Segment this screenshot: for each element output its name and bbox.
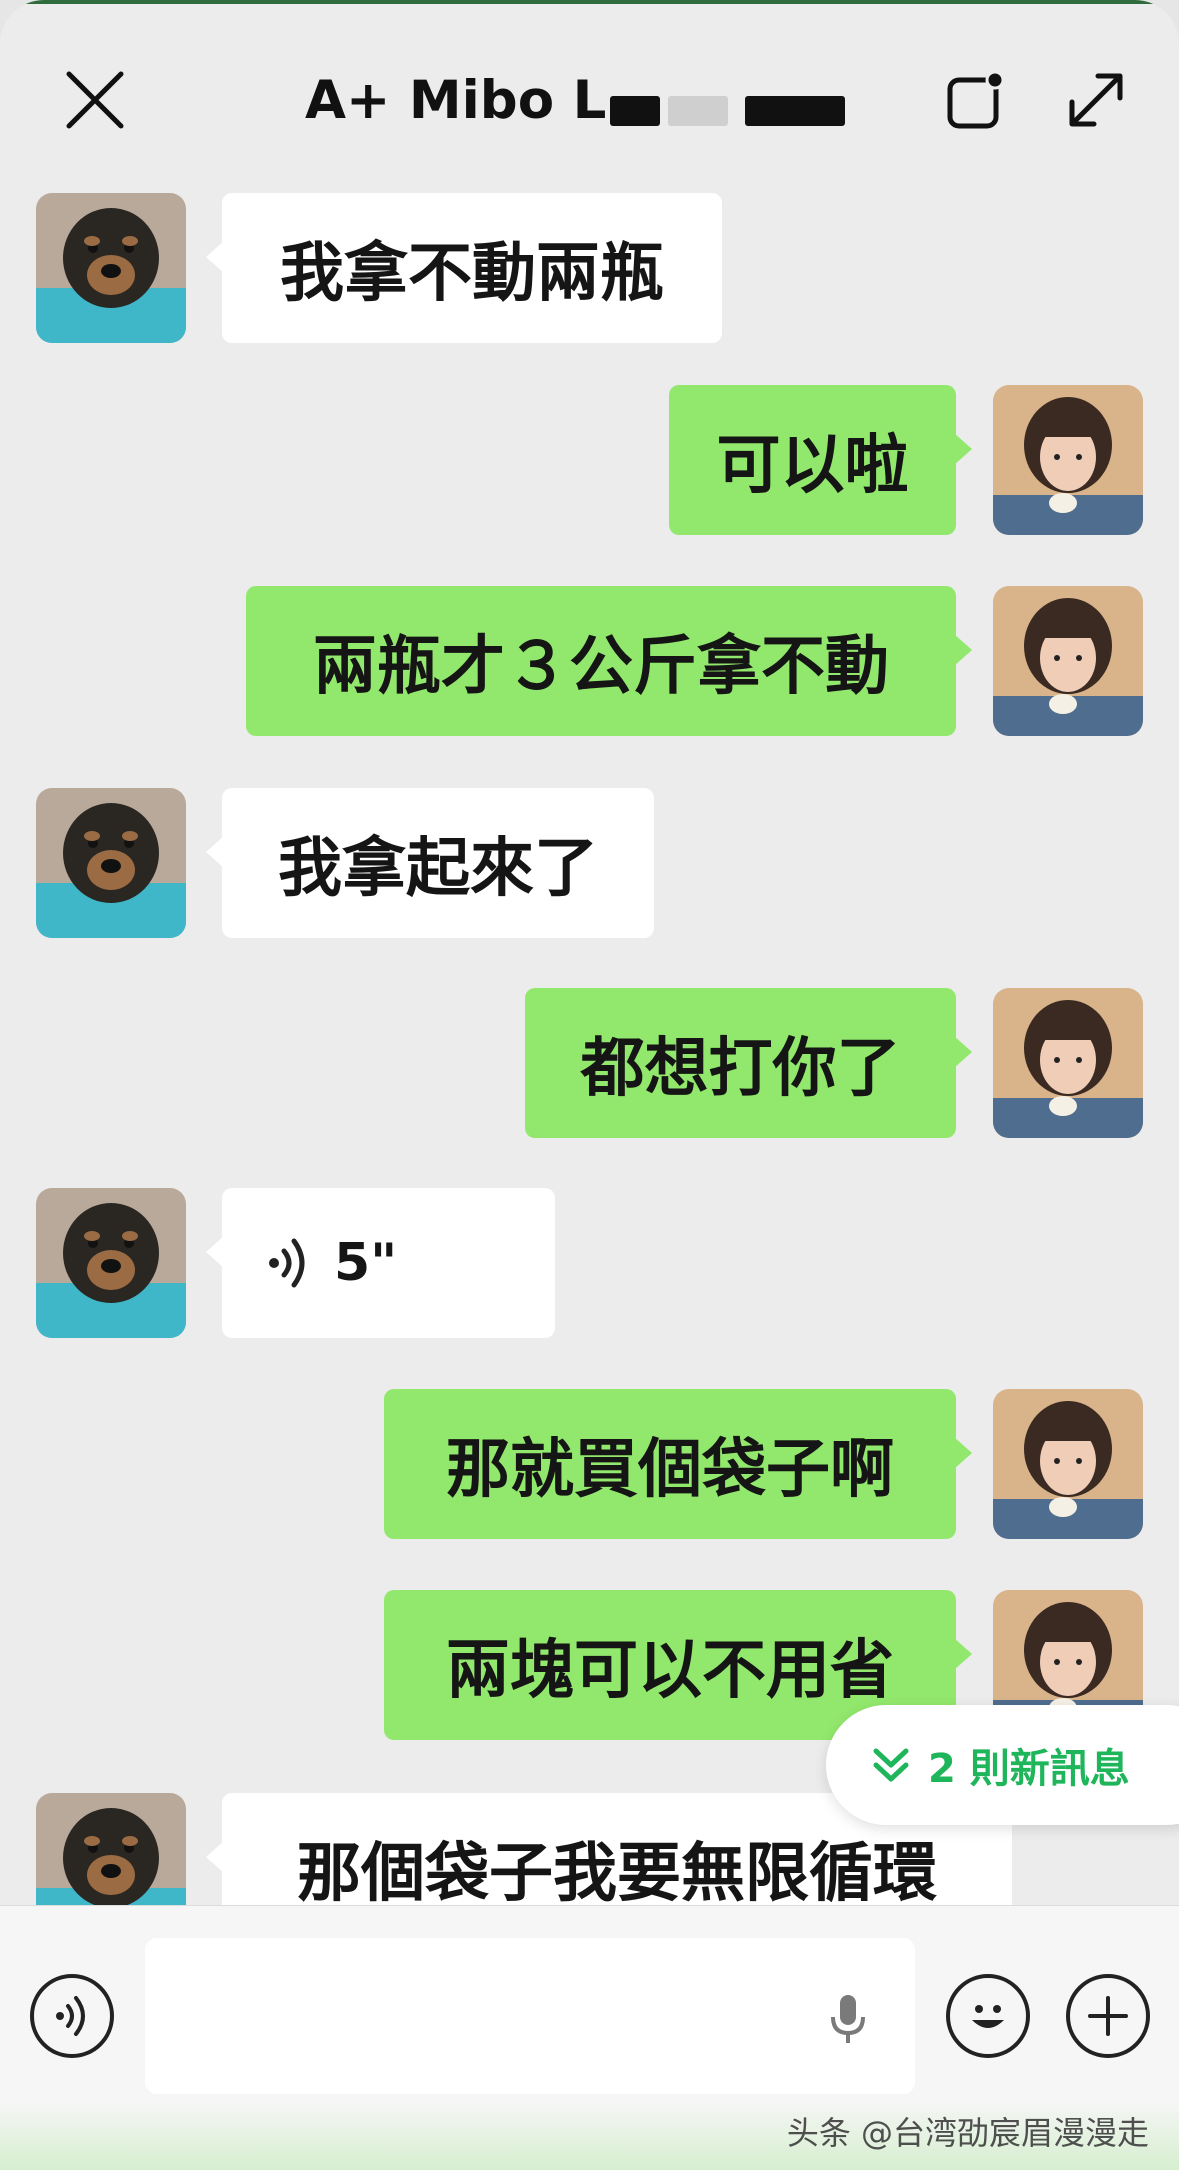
message-text: 那就買個袋子啊 xyxy=(446,1433,894,1507)
expand-icon xyxy=(1069,73,1123,127)
outgoing-message[interactable]: 可以啦 xyxy=(669,385,972,535)
dog-avatar-image xyxy=(36,193,186,343)
plus-icon xyxy=(1088,1996,1128,2036)
note-button[interactable] xyxy=(935,60,1015,140)
double-chevron-down-icon xyxy=(873,1748,909,1782)
note-icon xyxy=(947,70,1005,129)
mic-icon xyxy=(831,1995,865,2043)
outgoing-message[interactable]: 都想打你了 xyxy=(525,988,972,1138)
bubble-tail xyxy=(954,634,972,666)
message-composer: 头条 @台湾劭宸眉漫漫走 xyxy=(0,1905,1179,2170)
self-avatar[interactable] xyxy=(993,988,1143,1138)
incoming-message[interactable]: 我拿不動兩瓶 xyxy=(206,193,722,343)
dog-avatar-image xyxy=(36,788,186,938)
self-avatar[interactable] xyxy=(993,1389,1143,1539)
expand-button[interactable] xyxy=(1056,60,1136,140)
new-messages-label: 2 則新訊息 xyxy=(928,1746,1130,1792)
girl-avatar-image xyxy=(993,988,1143,1138)
self-avatar[interactable] xyxy=(993,586,1143,736)
incoming-message[interactable]: 我拿起來了 xyxy=(206,788,654,938)
watermark: 头条 @台湾劭宸眉漫漫走 xyxy=(786,2114,1149,2152)
message-input[interactable] xyxy=(145,1938,915,2094)
message-text: 可以啦 xyxy=(716,429,909,503)
top-strip xyxy=(0,0,1179,4)
bubble-tail xyxy=(206,1236,224,1268)
redacted-name xyxy=(745,96,845,126)
contact-avatar[interactable] xyxy=(36,788,186,938)
message-text: 那個袋子我要無限循環 xyxy=(297,1837,937,1905)
close-button[interactable] xyxy=(55,60,135,140)
self-avatar[interactable] xyxy=(993,385,1143,535)
bubble-tail xyxy=(206,836,224,868)
message-text: 兩瓶才３公斤拿不動 xyxy=(313,630,889,704)
close-icon xyxy=(66,71,124,129)
contact-avatar[interactable] xyxy=(36,1793,186,1905)
dog-avatar-image xyxy=(36,1188,186,1338)
chat-sheet: A+ Mibo L 我拿不動兩瓶 可以啦 兩瓶才３公斤拿不動 我拿起來了 都想打… xyxy=(0,0,1179,2170)
outgoing-message[interactable]: 那就買個袋子啊 xyxy=(384,1389,972,1539)
girl-avatar-image xyxy=(993,385,1143,535)
bubble-tail xyxy=(954,1638,972,1670)
voice-duration: 5" xyxy=(334,1233,398,1293)
girl-avatar-image xyxy=(993,586,1143,736)
voice-message-button[interactable] xyxy=(30,1974,114,2058)
contact-avatar[interactable] xyxy=(36,193,186,343)
bubble-tail xyxy=(954,433,972,465)
message-text: 兩塊可以不用省 xyxy=(446,1634,894,1708)
bubble-tail xyxy=(206,1841,224,1873)
chat-title: A+ Mibo L xyxy=(305,70,607,131)
voice-play-icon xyxy=(269,1238,305,1288)
girl-avatar-image xyxy=(993,1389,1143,1539)
emoji-icon xyxy=(972,2005,1004,2028)
redacted-name xyxy=(668,96,728,126)
message-text: 我拿不動兩瓶 xyxy=(280,237,664,311)
outgoing-message[interactable]: 兩瓶才３公斤拿不動 xyxy=(246,586,972,736)
new-messages-button[interactable]: 2 則新訊息 xyxy=(826,1705,1179,1825)
contact-avatar[interactable] xyxy=(36,1188,186,1338)
mic-button[interactable] xyxy=(820,1991,876,2047)
dog-avatar-image xyxy=(36,1793,186,1905)
more-options-button[interactable] xyxy=(1066,1974,1150,2058)
bubble-tail xyxy=(954,1036,972,1068)
message-text: 都想打你了 xyxy=(580,1032,901,1106)
emoji-button[interactable] xyxy=(946,1974,1030,2058)
chat-header: A+ Mibo L xyxy=(0,40,1179,160)
message-list[interactable]: 我拿不動兩瓶 可以啦 兩瓶才３公斤拿不動 我拿起來了 都想打你了 5" 那就買個… xyxy=(0,160,1179,1905)
voice-icon xyxy=(56,1996,85,2036)
bubble-tail xyxy=(206,241,224,273)
message-text: 我拿起來了 xyxy=(278,832,598,906)
redacted-name xyxy=(610,96,660,126)
bubble-tail xyxy=(954,1437,972,1469)
voice-message[interactable]: 5" xyxy=(206,1188,555,1338)
